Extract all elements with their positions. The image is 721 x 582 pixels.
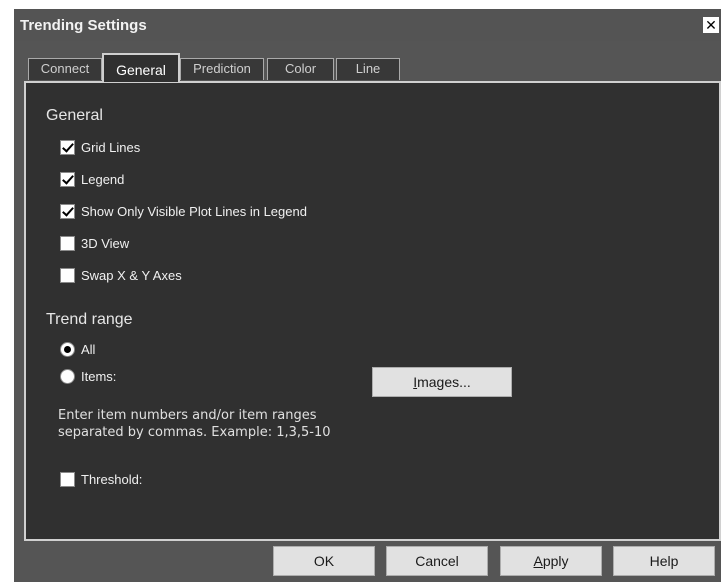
3d-view-option[interactable]: 3D View [60, 234, 129, 252]
swap-axes-checkbox[interactable] [60, 267, 75, 283]
legend-option[interactable]: Legend [60, 170, 124, 188]
range-all-option[interactable]: All [60, 340, 95, 358]
tab-general[interactable]: General [102, 53, 180, 82]
apply-button-accel: A [533, 553, 543, 569]
range-all-radio[interactable] [60, 341, 75, 357]
help-button[interactable]: Help [613, 546, 715, 576]
tab-connect[interactable]: Connect [28, 58, 102, 80]
legend-label[interactable]: Legend [81, 172, 124, 187]
3d-view-label[interactable]: 3D View [81, 236, 129, 251]
visible-plot-lines-checkbox[interactable] [60, 203, 75, 219]
visible-plot-lines-option[interactable]: Show Only Visible Plot Lines in Legend [60, 202, 307, 220]
trend-range-heading: Trend range [46, 311, 133, 328]
grid-lines-label[interactable]: Grid Lines [81, 140, 140, 155]
threshold-label[interactable]: Threshold: [81, 472, 142, 487]
cancel-button[interactable]: Cancel [386, 546, 488, 576]
general-tab-panel: General Grid Lines Legend Show Only Visi… [24, 81, 721, 541]
threshold-option[interactable]: Threshold: [60, 470, 142, 488]
tab-line[interactable]: Line [336, 58, 400, 80]
range-items-label[interactable]: Items: [81, 369, 116, 384]
threshold-checkbox[interactable] [60, 471, 75, 487]
grid-lines-checkbox[interactable] [60, 139, 75, 155]
swap-axes-label[interactable]: Swap X & Y Axes [81, 268, 182, 283]
grid-lines-option[interactable]: Grid Lines [60, 138, 140, 156]
images-button[interactable]: Images... [372, 367, 512, 397]
swap-axes-option[interactable]: Swap X & Y Axes [60, 266, 182, 284]
3d-view-checkbox[interactable] [60, 235, 75, 251]
range-items-radio[interactable] [60, 368, 75, 384]
apply-button[interactable]: Apply [500, 546, 602, 576]
images-button-label: mages... [417, 374, 471, 390]
apply-button-label: pply [542, 553, 569, 569]
visible-plot-lines-label[interactable]: Show Only Visible Plot Lines in Legend [81, 204, 307, 219]
legend-checkbox[interactable] [60, 171, 75, 187]
general-section-heading: General [46, 107, 103, 124]
tab-color[interactable]: Color [267, 58, 334, 80]
help-line-1: Enter item numbers and/or item ranges [58, 408, 317, 423]
ok-button[interactable]: OK [273, 546, 375, 576]
range-all-label[interactable]: All [81, 342, 95, 357]
tab-prediction[interactable]: Prediction [180, 58, 264, 80]
help-line-2: separated by commas. Example: 1,3,5-10 [58, 425, 331, 440]
items-help-text: Enter item numbers and/or item ranges se… [58, 407, 331, 441]
trending-settings-dialog: Trending Settings ✕ Connect General Pred… [14, 9, 721, 582]
range-items-option[interactable]: Items: [60, 367, 116, 385]
tab-strip: Connect General Prediction Color Line [14, 9, 721, 89]
